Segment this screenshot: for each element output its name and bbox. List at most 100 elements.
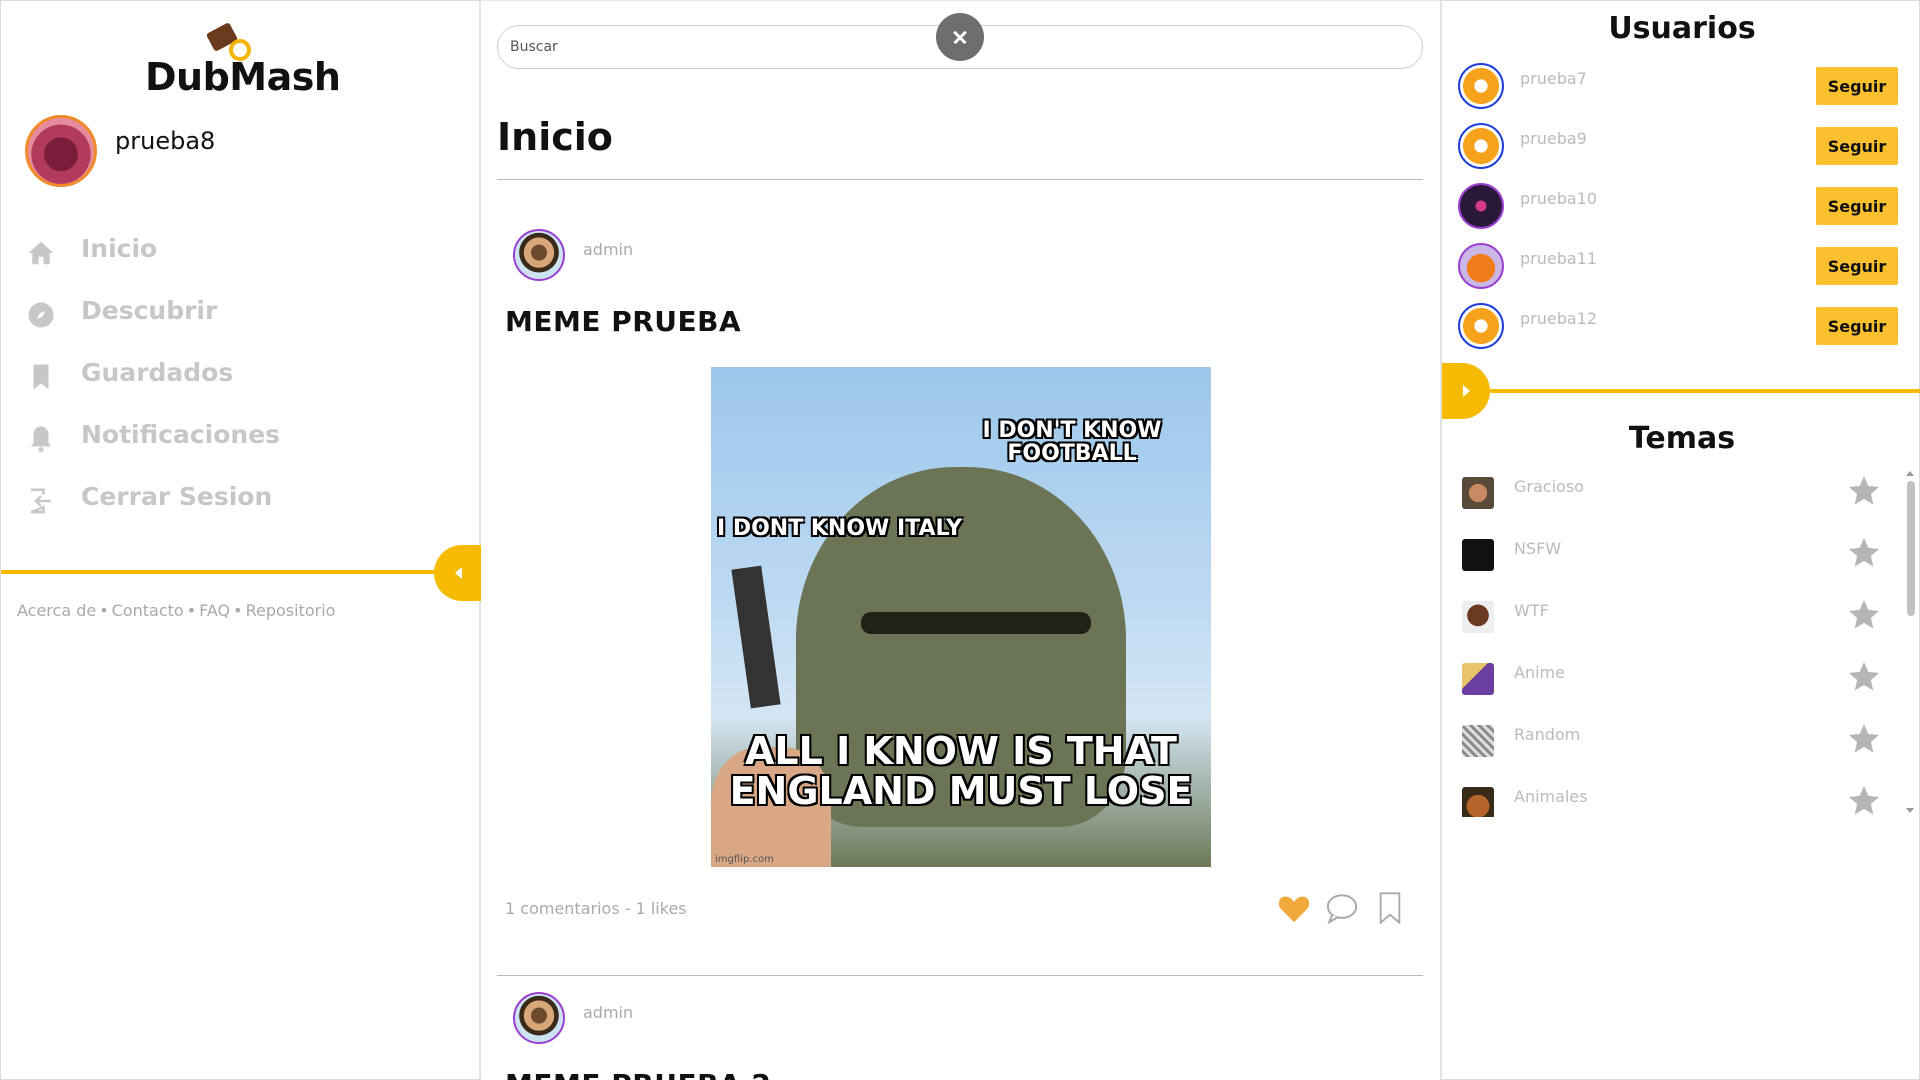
- brand-name: DubMash: [145, 55, 341, 99]
- close-search-button[interactable]: [936, 13, 984, 61]
- star-icon[interactable]: [1846, 535, 1882, 571]
- like-button[interactable]: [1277, 891, 1311, 925]
- home-icon: [25, 237, 57, 269]
- post-card: admin MEME PRUEBA I DON'T KNOW FOOTBALL …: [497, 225, 1423, 973]
- scroll-up-arrow-icon[interactable]: [1906, 471, 1914, 476]
- author-avatar[interactable]: [513, 992, 565, 1044]
- nav-item-descubrir[interactable]: Descubrir: [25, 279, 280, 341]
- topics-scrollbar[interactable]: [1903, 467, 1917, 817]
- page-title: Inicio: [497, 115, 613, 159]
- panel-divider: [1482, 389, 1920, 393]
- user-name[interactable]: prueba10: [1520, 189, 1597, 208]
- nav-label: Inicio: [81, 233, 158, 263]
- user-name[interactable]: prueba12: [1520, 309, 1597, 328]
- comment-icon: [1326, 894, 1358, 924]
- heart-icon: [1278, 896, 1310, 923]
- topic-thumbnail: [1462, 601, 1494, 633]
- scroll-down-arrow-icon[interactable]: [1906, 808, 1914, 813]
- footer-separator: •: [99, 601, 109, 620]
- follow-button[interactable]: Seguir: [1816, 67, 1898, 105]
- topic-item[interactable]: Anime: [1462, 653, 1882, 703]
- post-title: MEME PRUEBA 2: [505, 1068, 771, 1080]
- footer-links: Acerca de • Contacto • FAQ • Repositorio: [17, 601, 335, 620]
- caret-right-icon: [1462, 385, 1470, 397]
- post-author[interactable]: admin: [513, 229, 633, 281]
- post-image[interactable]: I DON'T KNOW FOOTBALL I DONT KNOW ITALY …: [711, 367, 1211, 867]
- user-name[interactable]: prueba9: [1520, 129, 1587, 148]
- brand-logo[interactable]: DubMash: [141, 21, 361, 101]
- user-row: prueba12 Seguir: [1458, 303, 1898, 353]
- follow-button[interactable]: Seguir: [1816, 307, 1898, 345]
- star-icon[interactable]: [1846, 783, 1882, 817]
- topic-item[interactable]: Random: [1462, 715, 1882, 765]
- author-avatar[interactable]: [513, 229, 565, 281]
- footer-link-acerca[interactable]: Acerca de: [17, 601, 96, 620]
- bookmark-icon: [25, 361, 57, 393]
- topic-item[interactable]: Animales: [1462, 777, 1882, 817]
- left-sidebar: DubMash prueba8 Inicio Descubrir Guardad…: [0, 0, 482, 1080]
- user-avatar[interactable]: [1458, 303, 1504, 349]
- caret-left-icon: [454, 567, 462, 579]
- topic-thumbnail: [1462, 787, 1494, 817]
- profile-card[interactable]: prueba8: [25, 115, 215, 187]
- topic-name: Anime: [1514, 663, 1565, 682]
- user-name[interactable]: prueba11: [1520, 249, 1597, 268]
- main-nav: Inicio Descubrir Guardados Notificacione…: [25, 217, 280, 527]
- user-avatar[interactable]: [1458, 243, 1504, 289]
- meme-caption-bottom: ALL I KNOW IS THAT ENGLAND MUST LOSE: [729, 729, 1193, 813]
- topic-name: WTF: [1514, 601, 1549, 620]
- post-title: MEME PRUEBA: [505, 305, 742, 338]
- user-row: prueba11 Seguir: [1458, 243, 1898, 293]
- topic-item[interactable]: Gracioso: [1462, 467, 1882, 517]
- collapse-sidebar-toggle[interactable]: [434, 545, 482, 601]
- user-name[interactable]: prueba7: [1520, 69, 1587, 88]
- topic-item[interactable]: WTF: [1462, 591, 1882, 641]
- save-post-button[interactable]: [1373, 891, 1407, 925]
- nav-item-cerrar-sesion[interactable]: Cerrar Sesion: [25, 465, 280, 527]
- topic-thumbnail: [1462, 725, 1494, 757]
- post-author[interactable]: admin: [513, 992, 633, 1044]
- profile-avatar[interactable]: [25, 115, 97, 187]
- user-avatar[interactable]: [1458, 123, 1504, 169]
- user-avatar[interactable]: [1458, 183, 1504, 229]
- footer-link-faq[interactable]: FAQ: [199, 601, 230, 620]
- star-icon[interactable]: [1846, 659, 1882, 695]
- expand-panel-toggle[interactable]: [1442, 363, 1490, 419]
- post-stats[interactable]: 1 comentarios - 1 likes: [505, 899, 687, 918]
- topic-item[interactable]: NSFW: [1462, 529, 1882, 579]
- user-row: prueba10 Seguir: [1458, 183, 1898, 233]
- follow-button[interactable]: Seguir: [1816, 247, 1898, 285]
- star-icon[interactable]: [1846, 721, 1882, 757]
- profile-username: prueba8: [115, 127, 216, 155]
- footer-separator: •: [186, 601, 197, 620]
- author-name[interactable]: admin: [583, 240, 633, 259]
- meme-caption-top: I DON'T KNOW FOOTBALL: [982, 418, 1162, 467]
- bell-icon: [25, 423, 57, 455]
- nav-item-inicio[interactable]: Inicio: [25, 217, 280, 279]
- meme-watermark: imgflip.com: [715, 854, 774, 865]
- users-panel-title: Usuarios: [1608, 11, 1756, 46]
- compass-icon: [25, 299, 57, 331]
- comment-button[interactable]: [1325, 891, 1359, 925]
- topic-thumbnail: [1462, 663, 1494, 695]
- follow-button[interactable]: Seguir: [1816, 127, 1898, 165]
- topics-list[interactable]: Gracioso NSFW WTF Anime Random Animales: [1442, 467, 1920, 817]
- topic-thumbnail: [1462, 477, 1494, 509]
- app-root: DubMash prueba8 Inicio Descubrir Guardad…: [0, 0, 1920, 1080]
- user-avatar[interactable]: [1458, 63, 1504, 109]
- topic-name: Random: [1514, 725, 1581, 744]
- nav-item-guardados[interactable]: Guardados: [25, 341, 280, 403]
- nav-item-notificaciones[interactable]: Notificaciones: [25, 403, 280, 465]
- follow-button[interactable]: Seguir: [1816, 187, 1898, 225]
- nav-label: Descubrir: [81, 295, 218, 325]
- post-card: admin MEME PRUEBA 2: [497, 975, 1423, 1080]
- scrollbar-thumb[interactable]: [1907, 481, 1915, 616]
- star-icon[interactable]: [1846, 597, 1882, 633]
- star-icon[interactable]: [1846, 473, 1882, 509]
- footer-link-contacto[interactable]: Contacto: [112, 601, 184, 620]
- nav-label: Notificaciones: [81, 419, 281, 449]
- footer-link-repositorio[interactable]: Repositorio: [246, 601, 336, 620]
- topics-panel-title: Temas: [1628, 421, 1736, 456]
- author-name[interactable]: admin: [583, 1003, 633, 1022]
- user-row: prueba9 Seguir: [1458, 123, 1898, 173]
